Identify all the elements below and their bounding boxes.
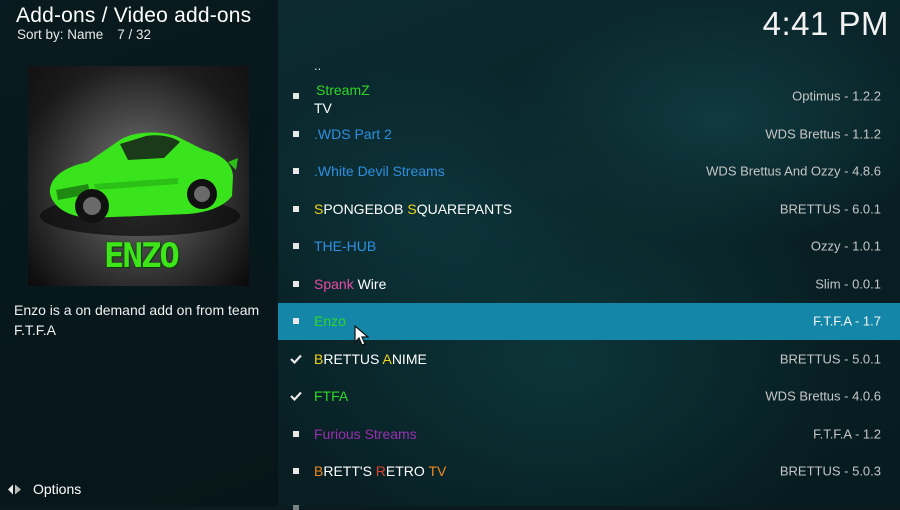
list-item-spank-wire[interactable]: Spank Wire Slim - 0.0.1 [278, 265, 900, 303]
item-version: WDS Brettus - 4.0.6 [765, 388, 881, 404]
item-name: THE-HUB [314, 238, 377, 255]
name-part: S [407, 200, 417, 217]
item-version: WDS Brettus - 1.1.2 [765, 126, 881, 142]
options-button[interactable]: Options [6, 478, 81, 500]
thumbnail-logo-text: ENZO [104, 236, 180, 276]
square-icon [290, 128, 302, 140]
item-version: Optimus - 1.2.2 [792, 88, 881, 104]
sort-label[interactable]: Sort by: Name [17, 27, 103, 42]
item-name-line2: TV [314, 99, 332, 116]
check-icon [290, 390, 302, 402]
list-item-wds-part-2[interactable]: .WDS Part 2 WDS Brettus - 1.1.2 [278, 115, 900, 153]
name-part: RETTUS [323, 350, 383, 367]
list-item-brettus-anime[interactable]: BRETTUS ANIME BRETTUS - 5.0.1 [278, 340, 900, 378]
item-position: 7 / 32 [117, 27, 152, 42]
square-icon [290, 240, 302, 252]
item-version: F.T.F.A - 1.2 [813, 426, 881, 442]
item-name: Furious Streams [314, 425, 417, 442]
name-part: S [314, 200, 324, 217]
item-version: BRETTUS - 6.0.1 [779, 201, 881, 217]
list-item-parent[interactable]: .. [278, 40, 900, 78]
addon-thumbnail: ENZO [28, 66, 249, 286]
item-version: WDS Brettus And Ozzy - 4.8.6 [706, 163, 881, 179]
square-icon [290, 203, 302, 215]
options-icon [8, 484, 21, 494]
item-name: FTFA [314, 388, 349, 405]
square-icon [290, 315, 302, 327]
list-item-spongebob[interactable]: SPONGEBOB SQUAREPANTS BRETTUS - 6.0.1 [278, 190, 900, 228]
list-item-bretts-retro-tv[interactable]: BRETT'S RETRO TV BRETTUS - 5.0.3 [278, 453, 900, 491]
item-name: BRETTUS ANIME [314, 351, 427, 367]
name-part: R [375, 463, 386, 480]
item-version: BRETTUS - 5.0.1 [779, 351, 881, 367]
name-part: TV [428, 463, 447, 480]
list-item-streamz-tv[interactable]: StreamZ TV Optimus - 1.2.2 [278, 78, 900, 116]
check-icon [290, 353, 302, 365]
addon-description: Enzo is a on demand add on from team F.T… [14, 302, 260, 338]
list-item-ftfa[interactable]: FTFA WDS Brettus - 4.0.6 [278, 378, 900, 416]
square-icon [290, 165, 302, 177]
name-part: NIME [391, 350, 427, 367]
name-part: B [314, 350, 324, 367]
item-version: Ozzy - 1.0.1 [810, 238, 881, 254]
square-icon [290, 465, 302, 477]
item-name-line1: StreamZ [316, 81, 370, 98]
name-part: RETT'S [323, 463, 376, 480]
page-title: Add-ons / Video add-ons [16, 4, 252, 27]
item-name: Enzo [314, 313, 346, 330]
list-item-partial[interactable] [278, 490, 900, 510]
addon-list: .. StreamZ TV Optimus - 1.2.2 .WDS Part … [278, 40, 900, 510]
name-part: ETRO [385, 463, 429, 480]
item-name: .White Devil Streams [314, 163, 445, 180]
square-icon [290, 502, 302, 510]
item-name: .WDS Part 2 [314, 125, 392, 142]
item-name: Spank Wire [314, 276, 386, 292]
square-icon [290, 428, 302, 440]
item-name: BRETT'S RETRO TV [314, 463, 446, 479]
list-item-furious-streams[interactable]: Furious Streams F.T.F.A - 1.2 [278, 415, 900, 453]
name-part: PONGEBOB [323, 200, 408, 217]
sort-info: Sort by: Name 7 / 32 [17, 27, 151, 42]
item-name: SPONGEBOB SQUAREPANTS [314, 201, 512, 217]
item-version: F.T.F.A - 1.7 [813, 313, 881, 329]
name-part: Wire [353, 275, 387, 292]
list-item-the-hub[interactable]: THE-HUB Ozzy - 1.0.1 [278, 228, 900, 266]
parent-label: .. [314, 58, 322, 73]
name-part: B [314, 463, 324, 480]
list-item-enzo[interactable]: Enzo F.T.F.A - 1.7 [278, 302, 900, 340]
name-part: QUAREPANTS [416, 200, 513, 217]
list-item-white-devil-streams[interactable]: .White Devil Streams WDS Brettus And Ozz… [278, 153, 900, 191]
options-label: Options [33, 481, 82, 497]
item-version: Slim - 0.0.1 [815, 276, 881, 292]
square-icon [290, 278, 302, 290]
square-icon [290, 90, 302, 102]
name-part: A [382, 350, 392, 367]
name-part: Spank [314, 275, 354, 292]
item-version: BRETTUS - 5.0.3 [779, 463, 881, 479]
clock: 4:41 PM [762, 5, 889, 42]
mouse-cursor-icon [354, 325, 370, 346]
